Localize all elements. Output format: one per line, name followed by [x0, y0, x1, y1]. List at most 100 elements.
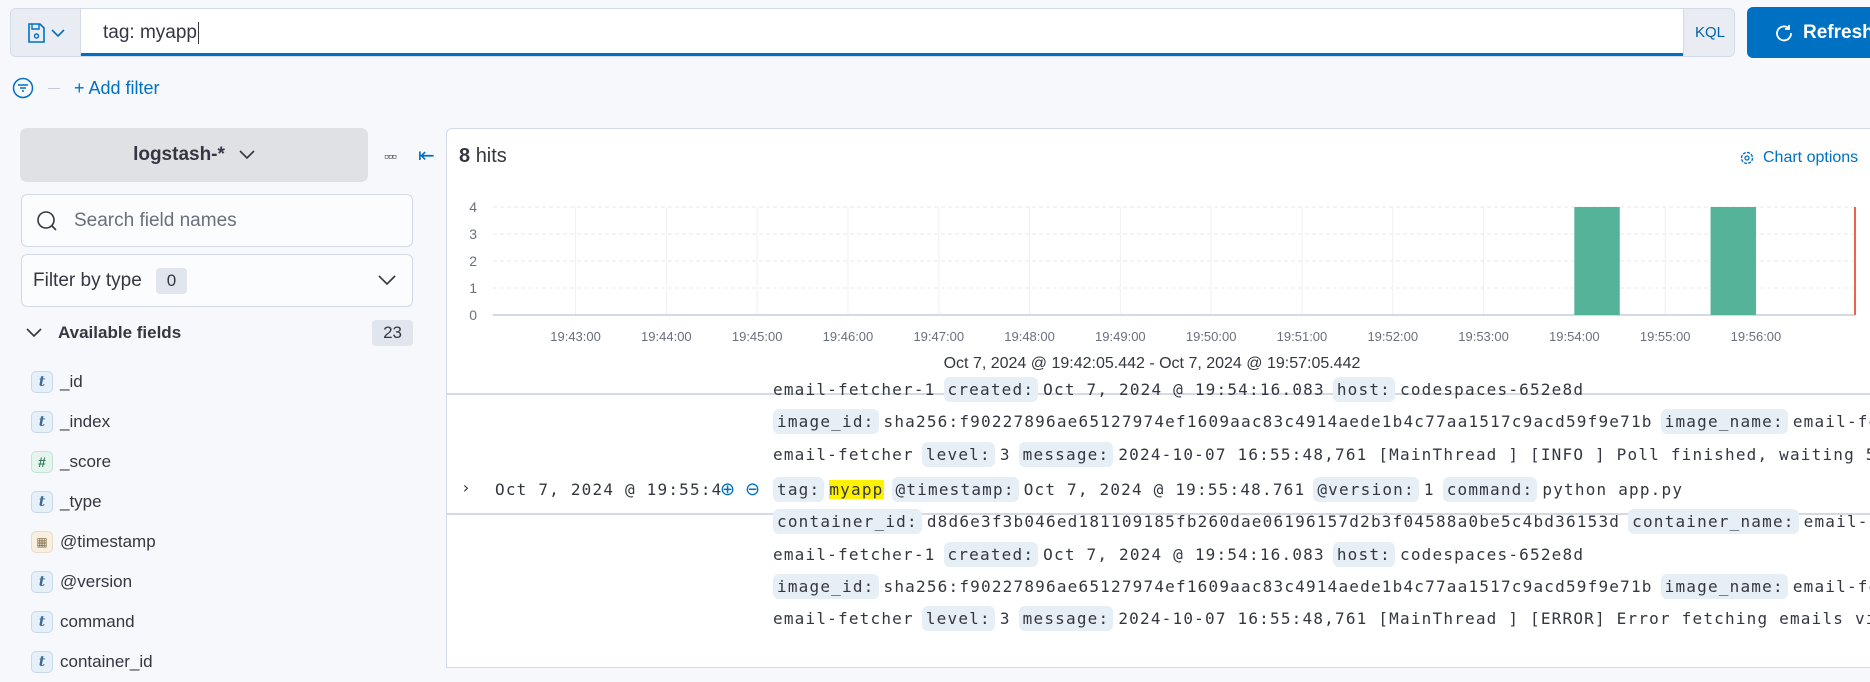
x-tick-label: 19:44:00	[641, 329, 692, 344]
field-value: sha256:f90227896ae65127974ef1609aac83c49…	[883, 412, 1653, 431]
chevron-down-icon	[378, 275, 396, 286]
field-name: @version	[60, 572, 133, 591]
more-options-icon[interactable]: ▫▫▫	[384, 148, 397, 164]
field-item[interactable]: t container_id	[31, 642, 156, 682]
search-icon	[37, 210, 57, 231]
hits-count: 8	[459, 145, 471, 167]
string-type-icon: t	[31, 371, 53, 393]
field-key: message:	[1018, 606, 1114, 631]
query-input[interactable]: tag: myapp	[81, 9, 1683, 56]
field-key: image_id:	[773, 574, 879, 599]
x-tick-label: 19:47:00	[913, 329, 964, 344]
field-key: container_id:	[773, 509, 922, 534]
histogram-bar[interactable]	[1574, 207, 1620, 315]
y-tick-label: 3	[469, 226, 477, 242]
field-key: @version:	[1313, 477, 1419, 502]
field-key: host:	[1332, 377, 1395, 402]
y-tick-label: 0	[469, 307, 477, 323]
x-tick-label: 19:55:00	[1640, 329, 1691, 344]
index-pattern-selector[interactable]: logstash-*	[20, 128, 368, 182]
collapse-sidebar-icon[interactable]: ⇤	[418, 143, 435, 168]
field-key: @timestamp:	[891, 477, 1019, 502]
document-line: image_id: sha256:f90227896ae65127974ef160…	[773, 409, 1870, 435]
available-fields-header[interactable]: Available fields 23	[26, 320, 413, 346]
search-placeholder: Search field names	[74, 209, 237, 231]
field-value: 3	[999, 609, 1011, 628]
document-line: image_id: sha256:f90227896ae65127974ef160…	[773, 574, 1870, 600]
search-field-names-input[interactable]: Search field names	[21, 194, 413, 247]
histogram-bar[interactable]	[1710, 207, 1756, 315]
field-value: Oct 7, 2024 @ 19:55:48.761	[1023, 480, 1306, 499]
available-fields-label: Available fields	[58, 323, 182, 342]
x-tick-label: 19:54:00	[1549, 329, 1600, 344]
filter-for-value-icon[interactable]: ⊕	[720, 479, 735, 500]
field-item[interactable]: t _type	[31, 482, 156, 522]
field-key: tag:	[773, 477, 825, 502]
field-item[interactable]: t command	[31, 602, 156, 642]
field-key: message:	[1018, 442, 1114, 467]
histogram-chart[interactable]: 19:43:00 19:44:00 19:45:00 19:46:00 19:47:00…	[447, 199, 1870, 349]
field-value: codespaces-652e8d	[1400, 380, 1585, 399]
x-tick-label: 19:43:00	[550, 329, 601, 344]
field-item[interactable]: ▦ @timestamp	[31, 522, 156, 562]
x-tick-label: 19:50:00	[1186, 329, 1237, 344]
field-value: sha256:f90227896ae65127974ef1609aac83c49…	[883, 577, 1653, 596]
calendar-icon: ▦	[31, 531, 53, 553]
document-line: email-fetcher level: 3 message: 2024-10-07 1…	[773, 442, 1870, 468]
chevron-down-icon	[26, 328, 42, 338]
x-tick-label: 19:56:00	[1731, 329, 1782, 344]
chevron-down-icon	[239, 150, 255, 160]
field-name: container_id	[60, 652, 153, 671]
x-tick-label: 19:53:00	[1458, 329, 1509, 344]
field-value: 2024-10-07 16:55:48,761 [MainThread ] [E…	[1118, 609, 1870, 628]
field-value: Oct 7, 2024 @ 19:54:16.083	[1043, 545, 1325, 564]
refresh-label: Refresh	[1803, 22, 1870, 43]
field-item[interactable]: # _score	[31, 442, 156, 482]
separator	[48, 87, 60, 89]
x-tick-label: 19:51:00	[1277, 329, 1328, 344]
gear-icon	[1740, 151, 1754, 165]
field-value: 3	[999, 445, 1011, 464]
expand-row-icon[interactable]: ›	[461, 478, 472, 497]
query-text: tag: myapp	[103, 22, 197, 43]
add-filter-button[interactable]: + Add filter	[74, 78, 160, 99]
field-key: created:	[943, 377, 1039, 402]
filter-menu-icon[interactable]	[12, 77, 34, 99]
field-list: t _id t _index # _score t _type ▦ @timestamp t @ver…	[31, 362, 156, 682]
chart-options-button[interactable]: Chart options	[1739, 149, 1858, 167]
string-type-icon: t	[31, 611, 53, 633]
document-timestamp: Oct 7, 2024 @ 19:55:48	[495, 480, 721, 499]
field-key: container_name:	[1628, 509, 1799, 534]
query-language-button[interactable]: KQL	[1683, 9, 1734, 56]
y-tick-label: 1	[469, 280, 477, 296]
document-line: tag: myapp @timestamp: Oct 7, 2024 @ 19:55:…	[773, 477, 1691, 503]
main-panel: 8 hits Chart options 19:43:00 19:44:00 19:…	[446, 128, 1870, 668]
field-value: python app.py	[1542, 480, 1684, 499]
x-tick-label: 19:46:00	[823, 329, 874, 344]
query-bar: tag: myapp KQL	[10, 8, 1735, 57]
field-item[interactable]: t _id	[31, 362, 156, 402]
text-cursor	[198, 21, 199, 44]
hits-counter: 8 hits	[459, 145, 507, 168]
field-key: host:	[1332, 542, 1395, 567]
field-name: _id	[60, 372, 83, 391]
field-item[interactable]: t _index	[31, 402, 156, 442]
refresh-button[interactable]: Refresh	[1747, 7, 1870, 58]
string-type-icon: t	[31, 411, 53, 433]
field-value: email-fetcher-	[1792, 412, 1870, 431]
field-value: 1	[1423, 480, 1435, 499]
field-value: email-fetcher	[773, 609, 914, 628]
field-item[interactable]: t @version	[31, 562, 156, 602]
field-name: _score	[60, 452, 112, 471]
saved-query-button[interactable]	[11, 9, 81, 56]
filter-by-type-button[interactable]: Filter by type 0	[21, 254, 413, 307]
y-tick-label: 4	[469, 199, 477, 215]
field-key: image_id:	[773, 409, 879, 434]
hits-label: hits	[475, 145, 507, 167]
field-value: 2024-10-07 16:55:48,761 [MainThread ] [I…	[1118, 445, 1870, 464]
available-fields-count: 23	[372, 320, 413, 346]
string-type-icon: t	[31, 651, 53, 673]
highlighted-value: myapp	[829, 480, 884, 499]
filter-out-value-icon[interactable]: ⊖	[745, 479, 760, 500]
document-line: container_id: d8d6e3f3b046ed181109185fb26…	[773, 509, 1870, 535]
